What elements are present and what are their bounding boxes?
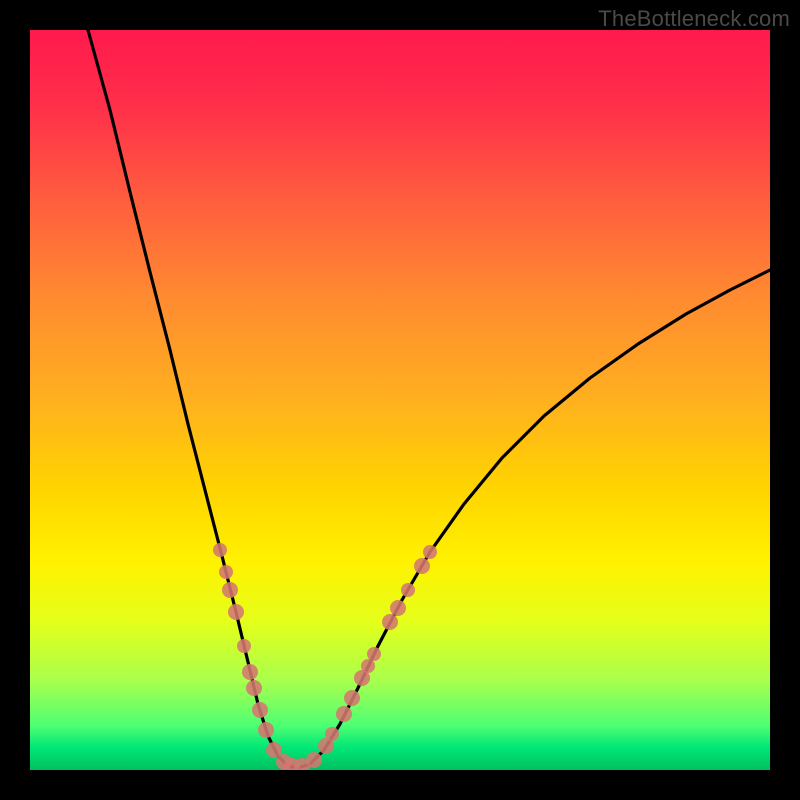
plot-area — [30, 30, 770, 770]
data-marker — [414, 558, 430, 574]
data-marker — [242, 664, 258, 680]
data-marker — [246, 680, 262, 696]
data-marker — [390, 600, 406, 616]
chart-frame: TheBottleneck.com — [0, 0, 800, 800]
bottleneck-curve — [88, 30, 770, 768]
chart-svg — [30, 30, 770, 770]
data-marker — [423, 545, 437, 559]
data-marker — [213, 543, 227, 557]
data-marker — [344, 690, 360, 706]
data-marker — [258, 722, 274, 738]
data-marker — [219, 565, 233, 579]
data-marker — [336, 706, 352, 722]
data-marker — [382, 614, 398, 630]
data-marker — [237, 639, 251, 653]
data-marker — [401, 583, 415, 597]
data-marker — [252, 702, 268, 718]
data-marker — [306, 752, 322, 768]
data-marker — [367, 647, 381, 661]
data-marker — [222, 582, 238, 598]
watermark-text: TheBottleneck.com — [598, 6, 790, 32]
data-marker — [228, 604, 244, 620]
data-marker — [361, 659, 375, 673]
data-marker — [325, 727, 339, 741]
